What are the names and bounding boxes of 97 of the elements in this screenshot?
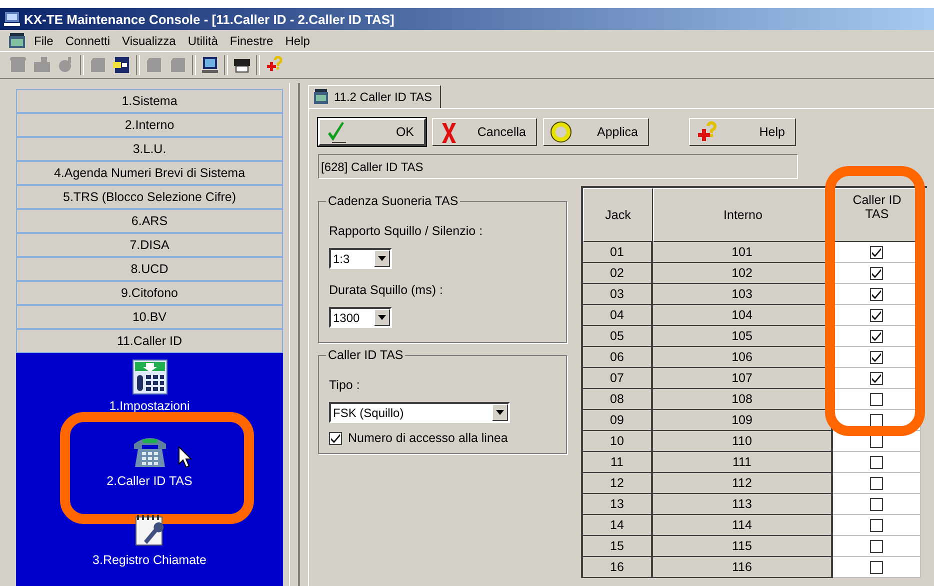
group-title: Caller ID TAS (326, 348, 406, 362)
field-label: Rapporto Squillo / Silenzio : (329, 224, 484, 238)
table-cell: 08 (583, 389, 653, 410)
monitor-icon[interactable] (200, 55, 220, 75)
nav-item[interactable]: 10.BV (16, 305, 283, 329)
table-cell: 09 (583, 410, 653, 431)
check-icon (872, 374, 881, 382)
help-button[interactable]: Help (689, 118, 796, 146)
checkbox[interactable] (329, 432, 342, 444)
table-cell: 02 (583, 263, 653, 284)
splitter[interactable] (289, 83, 300, 586)
check-icon (872, 290, 881, 298)
nav-subitem-label[interactable]: 1.Impostazioni (109, 399, 190, 413)
nav-item[interactable]: 7.DISA (16, 233, 283, 257)
table-cell: 12 (583, 473, 653, 494)
field-label: Durata Squillo (ms) : (329, 283, 444, 297)
checkbox[interactable] (870, 266, 883, 280)
table-cell: 07 (583, 368, 653, 389)
phone-settings-icon[interactable] (132, 359, 168, 395)
cursor-icon (178, 446, 192, 468)
checkbox[interactable] (870, 560, 883, 574)
table-cell: 06 (583, 347, 653, 368)
table-cell: 13 (583, 494, 653, 515)
checkbox[interactable] (870, 518, 883, 532)
nav-item[interactable]: 5.TRS (Blocco Selezione Cifre) (16, 185, 283, 209)
ratio-dropdown[interactable]: 1:3 (329, 248, 392, 269)
nav-subitem-label[interactable]: 2.Caller ID TAS (106, 474, 192, 488)
dropdown-arrow-icon (496, 410, 504, 415)
check-icon (872, 248, 881, 256)
ok-button[interactable]: OK (318, 118, 426, 146)
window-title: KX-TE Maintenance Console - [11.Caller ID - 2.Caller ID TAS] (24, 12, 394, 26)
checkbox[interactable] (870, 498, 883, 510)
column-header[interactable]: Jack (583, 188, 653, 242)
check-icon (872, 310, 881, 320)
checkbox[interactable] (870, 476, 883, 490)
apply-button[interactable]: Applica (543, 118, 649, 146)
table-cell: 10 (583, 431, 653, 452)
menu-item[interactable]: Connetti (61, 34, 114, 48)
tab[interactable]: 11.2 Caller ID TAS (308, 85, 442, 108)
nav-subitem-label[interactable]: 3.Registro Chiamate (92, 553, 206, 568)
nav-item[interactable]: 11.Caller ID (16, 329, 283, 353)
table-cell: 15 (583, 536, 653, 557)
table-cell: 16 (583, 557, 653, 578)
nav-item[interactable]: 1.Sistema (16, 89, 283, 113)
nav-item[interactable]: 3.L.U. (16, 137, 283, 161)
checkbox[interactable] (870, 308, 883, 322)
table-cell: 110 (653, 431, 833, 452)
tab-label[interactable]: 11.2 Caller ID TAS (334, 90, 432, 104)
nav-item[interactable]: 6.ARS (16, 209, 283, 233)
table-cell: 14 (583, 515, 653, 536)
nav-item[interactable]: 4.Agenda Numeri Brevi di Sistema (16, 161, 283, 185)
checkbox[interactable] (870, 456, 883, 468)
help-icon (696, 121, 718, 143)
menu-item[interactable]: Help (281, 34, 314, 48)
checkbox[interactable] (870, 540, 883, 552)
checkbox[interactable] (870, 414, 883, 426)
check-icon (326, 121, 348, 143)
checkbox[interactable] (870, 350, 883, 364)
checkbox[interactable] (870, 246, 883, 258)
nav-item[interactable]: 8.UCD (16, 257, 283, 281)
cancel-button[interactable]: Cancella (432, 118, 537, 146)
table-cell: 115 (653, 536, 833, 557)
type-dropdown[interactable]: FSK (Squillo) (329, 402, 510, 423)
dropdown-arrow-icon (378, 256, 386, 261)
check-icon (872, 268, 881, 278)
table-cell: 111 (653, 452, 833, 473)
info-field: [628] Caller ID TAS (318, 154, 798, 179)
table-cell: 03 (583, 284, 653, 305)
checkbox[interactable] (870, 330, 883, 342)
menu-item[interactable]: File (30, 34, 58, 48)
check-icon (331, 434, 340, 442)
checkbox-label: Numero di accesso alla linea (348, 431, 508, 445)
checkbox[interactable] (870, 392, 883, 406)
table-cell: 04 (583, 305, 653, 326)
table-cell: 114 (653, 515, 833, 536)
table-cell: 01 (583, 242, 653, 263)
ring-icon (550, 121, 572, 143)
table-cell: 11 (583, 452, 653, 473)
group-title: Cadenza Suoneria TAS (326, 194, 460, 208)
duration-dropdown[interactable]: 1300 (329, 307, 392, 328)
check-icon (872, 352, 881, 362)
menu-item[interactable]: Finestre (226, 34, 278, 48)
nav-item[interactable]: 2.Interno (16, 113, 283, 137)
checkbox[interactable] (870, 288, 883, 300)
dropdown-arrow-icon (378, 315, 386, 320)
menu-item[interactable]: Visualizza (118, 34, 180, 48)
menu-item[interactable]: Utilità (184, 34, 222, 48)
field-label: Tipo : (329, 378, 361, 392)
table-cell: 116 (653, 557, 833, 578)
computer-icon (4, 11, 20, 27)
transfer-icon[interactable] (112, 55, 132, 75)
nav-item[interactable]: 9.Citofono (16, 281, 283, 305)
table-cell: 113 (653, 494, 833, 515)
checkbox[interactable] (870, 372, 883, 384)
check-icon (872, 332, 881, 340)
table-cell: 112 (653, 473, 833, 494)
table-cell: 05 (583, 326, 653, 347)
